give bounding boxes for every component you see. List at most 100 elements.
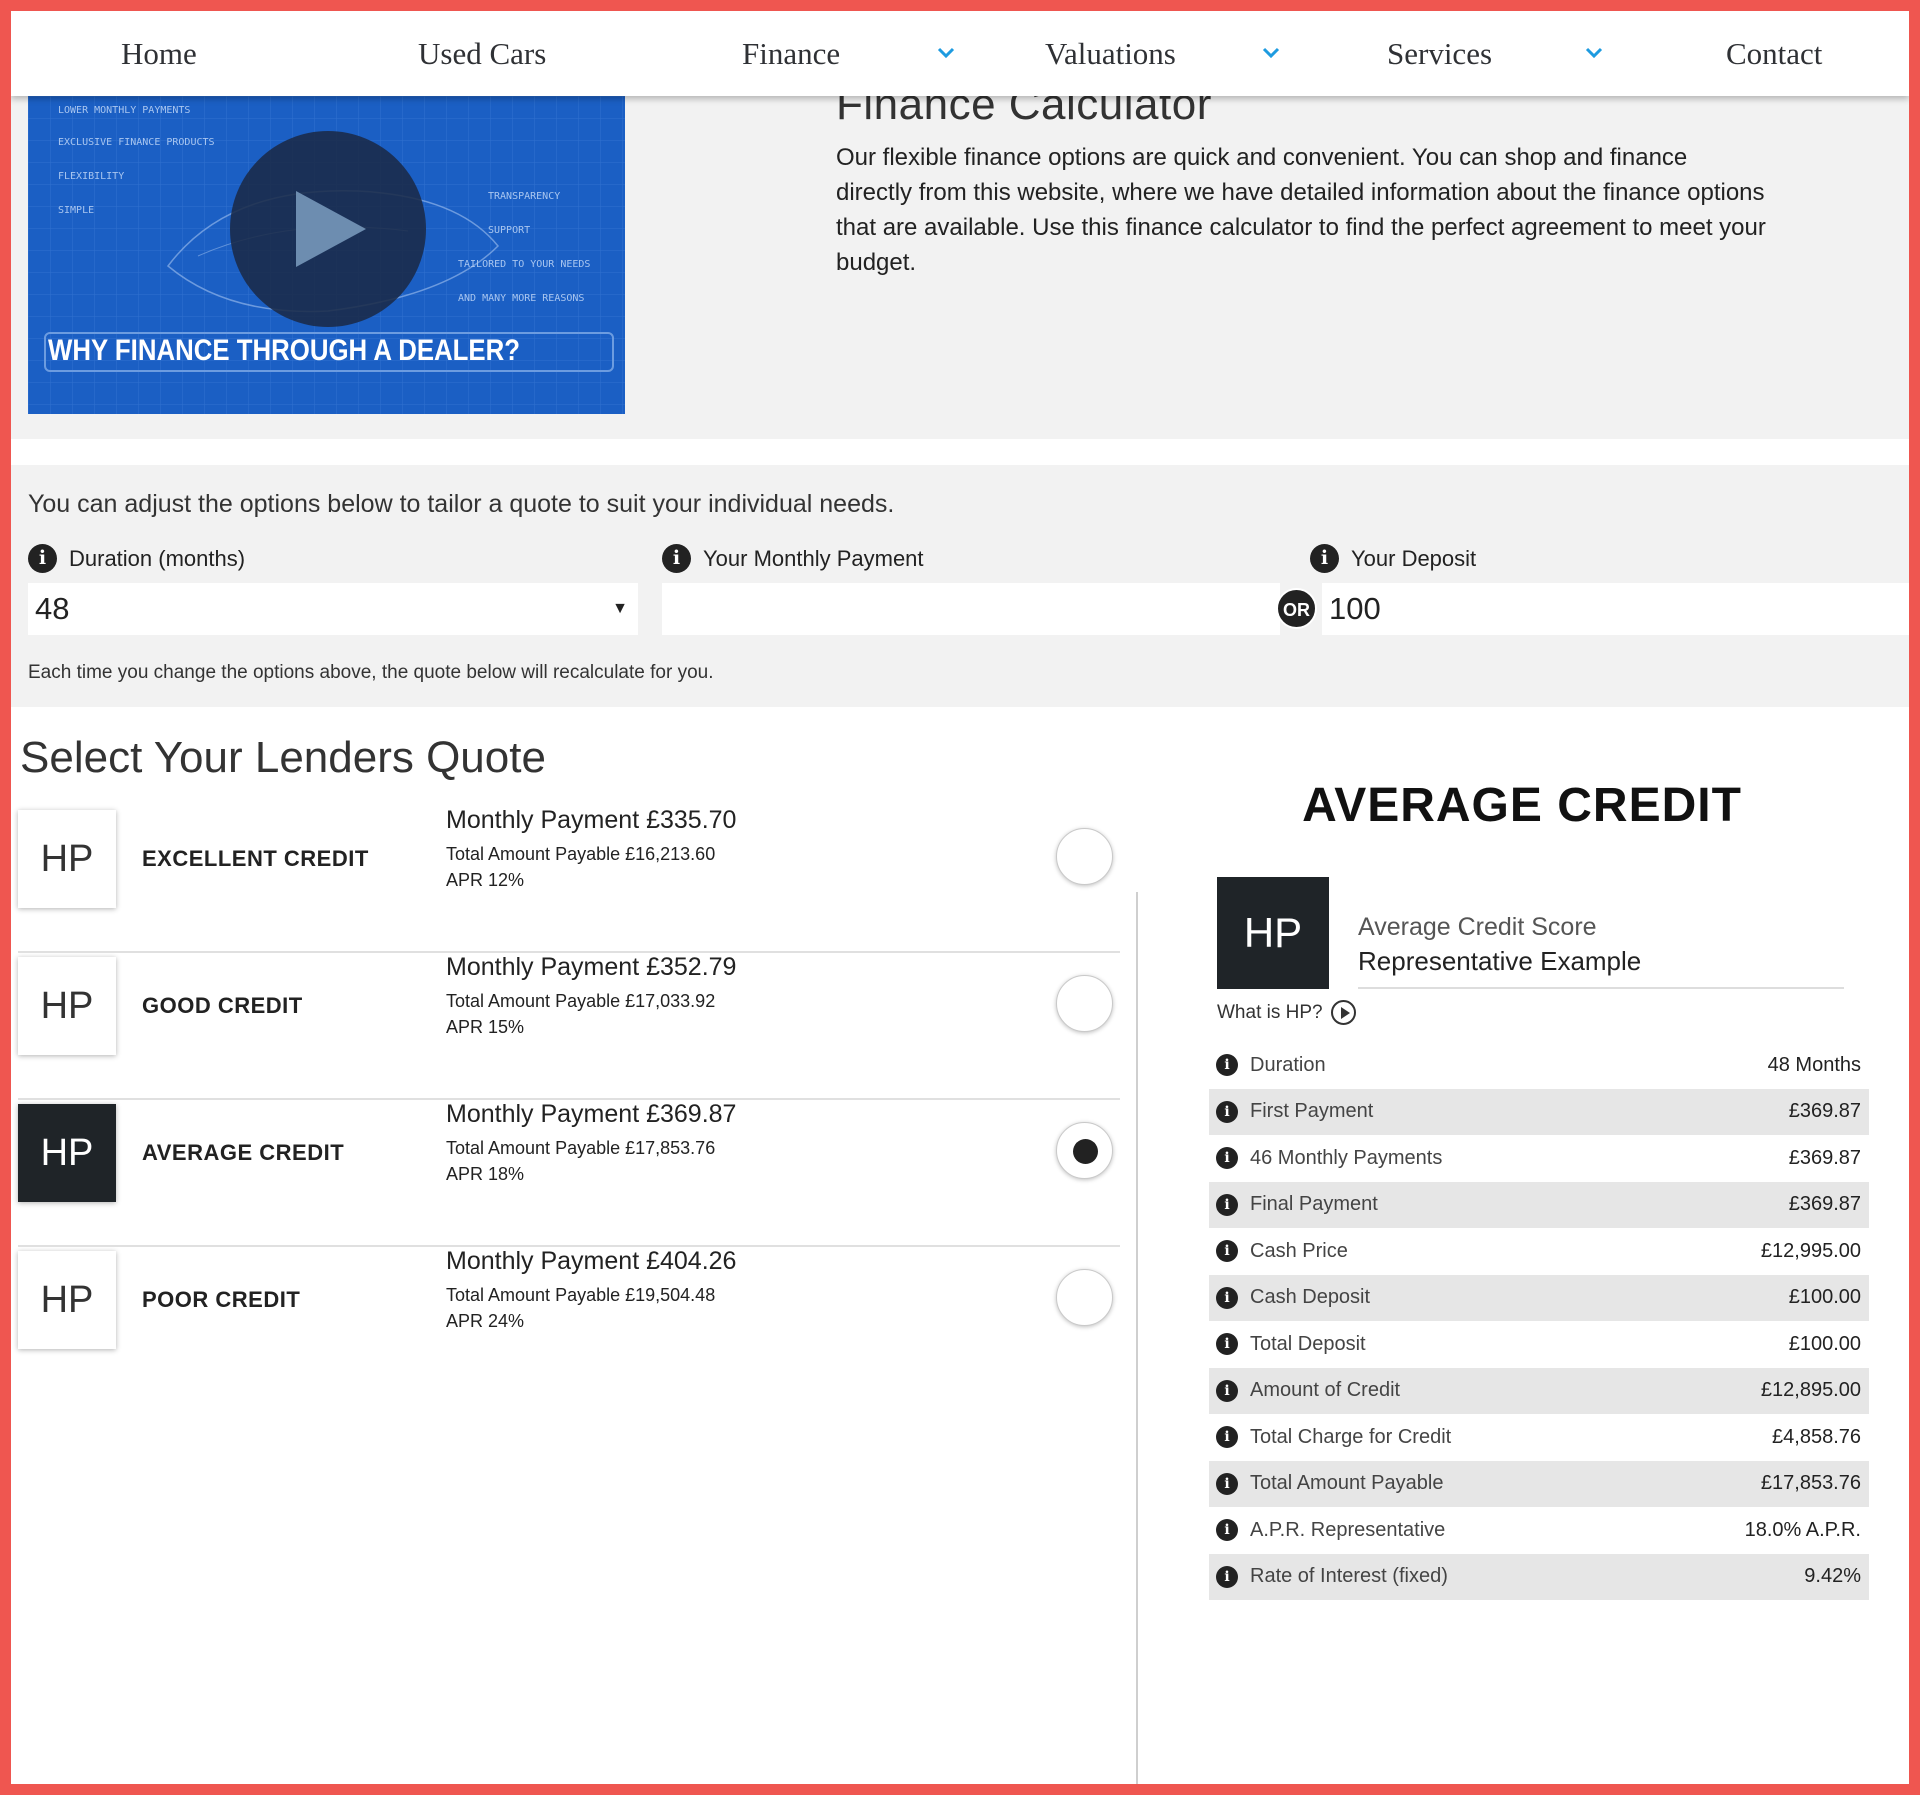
monthly-payment: Monthly Payment £352.79 [446, 953, 737, 981]
summary-row: i Amount of Credit £12,895.00 [1209, 1367, 1869, 1414]
summary-row-label: Duration [1250, 1053, 1326, 1076]
credit-label: EXCELLENT CREDIT [142, 846, 369, 871]
quote-row-good[interactable]: HP GOOD CREDIT Monthly Payment £352.79 T… [18, 953, 1120, 1100]
summary-row: i Rate of Interest (fixed) 9.42% [1209, 1553, 1869, 1600]
info-icon[interactable]: i [1216, 1565, 1238, 1588]
info-icon[interactable]: i [1216, 1193, 1238, 1216]
summary-row-value: £100.00 [1788, 1286, 1861, 1308]
quote-row-poor[interactable]: HP POOR CREDIT Monthly Payment £404.26 T… [18, 1247, 1120, 1394]
nav-finance[interactable]: Finance [742, 11, 840, 96]
total-payable: Total Amount Payable £17,853.76 [446, 1138, 716, 1158]
summary-subtitle-2: Representative Example [1358, 946, 1642, 976]
info-icon[interactable]: i [1216, 1426, 1238, 1448]
deposit-label: i Your Deposit [1310, 544, 1476, 573]
summary-row-value: 48 Months [1767, 1053, 1861, 1076]
hp-badge: HP [18, 957, 116, 1055]
summary-row-value: £100.00 [1788, 1332, 1861, 1355]
info-icon[interactable]: i [1216, 1472, 1238, 1495]
summary-hp-badge: HP [1217, 877, 1329, 989]
quote-radio[interactable] [1056, 975, 1113, 1032]
credit-label: GOOD CREDIT [142, 993, 303, 1018]
summary-row: i Total Deposit £100.00 [1209, 1321, 1869, 1367]
nav-contact[interactable]: Contact [1726, 11, 1822, 96]
total-payable: Total Amount Payable £19,504.48 [446, 1285, 716, 1305]
chevron-down-icon[interactable] [1585, 47, 1603, 59]
summary-row: i 46 Monthly Payments £369.87 [1209, 1135, 1869, 1181]
summary-row: i Cash Price £12,995.00 [1209, 1228, 1869, 1274]
summary-divider [1358, 987, 1844, 989]
quote-row-average[interactable]: HP AVERAGE CREDIT Monthly Payment £369.8… [18, 1100, 1120, 1247]
hp-badge: HP [18, 1104, 116, 1202]
hp-badge: HP [18, 810, 116, 908]
summary-row: i Duration 48 Months [1209, 1042, 1869, 1088]
summary-row-value: £12,995.00 [1760, 1239, 1861, 1262]
quote-radio-selected[interactable] [1056, 1122, 1113, 1179]
hp-badge: HP [18, 1251, 116, 1349]
summary-row-label: First Payment [1250, 1100, 1374, 1122]
total-payable: Total Amount Payable £16,213.60 [446, 844, 716, 864]
or-badge: OR [1276, 588, 1317, 629]
summary-row: i Cash Deposit £100.00 [1209, 1274, 1869, 1321]
play-circle-icon[interactable] [1330, 1000, 1356, 1025]
summary-row-value: £369.87 [1788, 1100, 1861, 1122]
summary-row: i Final Payment £369.87 [1209, 1181, 1869, 1228]
quote-radio[interactable] [1056, 828, 1113, 885]
recalc-note: Each time you change the options above, … [28, 662, 714, 683]
summary-row-value: 18.0% A.P.R. [1744, 1518, 1861, 1541]
nav-home[interactable]: Home [121, 11, 197, 96]
intro-text: Our flexible finance options are quick a… [836, 144, 1766, 276]
info-icon[interactable]: i [662, 544, 691, 573]
info-icon[interactable]: i [1310, 544, 1339, 573]
deposit-input[interactable]: 100 [1322, 583, 1909, 635]
info-icon[interactable]: i [28, 544, 57, 573]
nav-valuations[interactable]: Valuations [1045, 11, 1176, 96]
credit-label: AVERAGE CREDIT [142, 1140, 345, 1165]
summary-row-value: £369.87 [1788, 1146, 1861, 1169]
info-icon[interactable]: i [1216, 1286, 1238, 1309]
options-help: You can adjust the options below to tail… [28, 490, 895, 518]
monthly-payment-label: i Your Monthly Payment [662, 544, 924, 573]
lenders-title: Select Your Lenders Quote [20, 733, 546, 782]
summary-row: i First Payment £369.87 [1209, 1088, 1869, 1135]
info-icon[interactable]: i [1216, 1519, 1238, 1541]
apr: APR 12% [446, 870, 525, 890]
info-icon[interactable]: i [1216, 1100, 1238, 1123]
apr: APR 15% [446, 1017, 525, 1037]
column-divider [1136, 892, 1138, 1784]
summary-row-label: A.P.R. Representative [1250, 1518, 1446, 1541]
quote-row-excellent[interactable]: HP EXCELLENT CREDIT Monthly Payment £335… [18, 806, 1120, 953]
monthly-payment-input[interactable] [662, 583, 1280, 635]
duration-label: i Duration (months) [28, 544, 245, 573]
summary-row-value: £369.87 [1788, 1193, 1861, 1215]
info-icon[interactable]: i [1216, 1054, 1238, 1076]
total-payable: Total Amount Payable £17,033.92 [446, 991, 716, 1011]
summary-row-label: Total Amount Payable [1250, 1472, 1444, 1494]
chevron-down-icon[interactable] [937, 47, 955, 59]
summary-row-label: 46 Monthly Payments [1250, 1146, 1443, 1169]
summary-row-label: Rate of Interest (fixed) [1250, 1565, 1448, 1587]
apr: APR 18% [446, 1164, 525, 1184]
apr: APR 24% [446, 1311, 525, 1331]
summary-row-value: £4,858.76 [1772, 1425, 1861, 1448]
info-icon[interactable]: i [1216, 1333, 1238, 1355]
monthly-payment: Monthly Payment £404.26 [446, 1247, 737, 1275]
caret-down-icon: ▼ [612, 600, 628, 617]
monthly-payment: Monthly Payment £335.70 [446, 806, 737, 834]
info-icon[interactable]: i [1216, 1379, 1238, 1402]
credit-label: POOR CREDIT [142, 1287, 301, 1312]
nav-used-cars[interactable]: Used Cars [418, 11, 546, 96]
duration-select[interactable]: 48 ▼ [28, 583, 638, 635]
nav-services[interactable]: Services [1387, 11, 1492, 96]
what-is-hp-link[interactable]: What is HP? [1217, 1000, 1356, 1025]
summary-row-label: Total Charge for Credit [1250, 1425, 1452, 1448]
info-icon[interactable]: i [1216, 1147, 1238, 1169]
summary-row-label: Final Payment [1250, 1193, 1378, 1215]
chevron-down-icon[interactable] [1262, 47, 1280, 59]
finance-video[interactable]: LOWER MONTHLY PAYMENTS EXCLUSIVE FINANCE… [28, 96, 625, 414]
summary-row-label: Amount of Credit [1250, 1379, 1401, 1401]
monthly-payment: Monthly Payment £369.87 [446, 1100, 737, 1128]
summary-title: AVERAGE CREDIT [1302, 779, 1742, 832]
info-icon[interactable]: i [1216, 1240, 1238, 1262]
summary-row-value: £17,853.76 [1760, 1472, 1861, 1494]
quote-radio[interactable] [1056, 1269, 1113, 1326]
